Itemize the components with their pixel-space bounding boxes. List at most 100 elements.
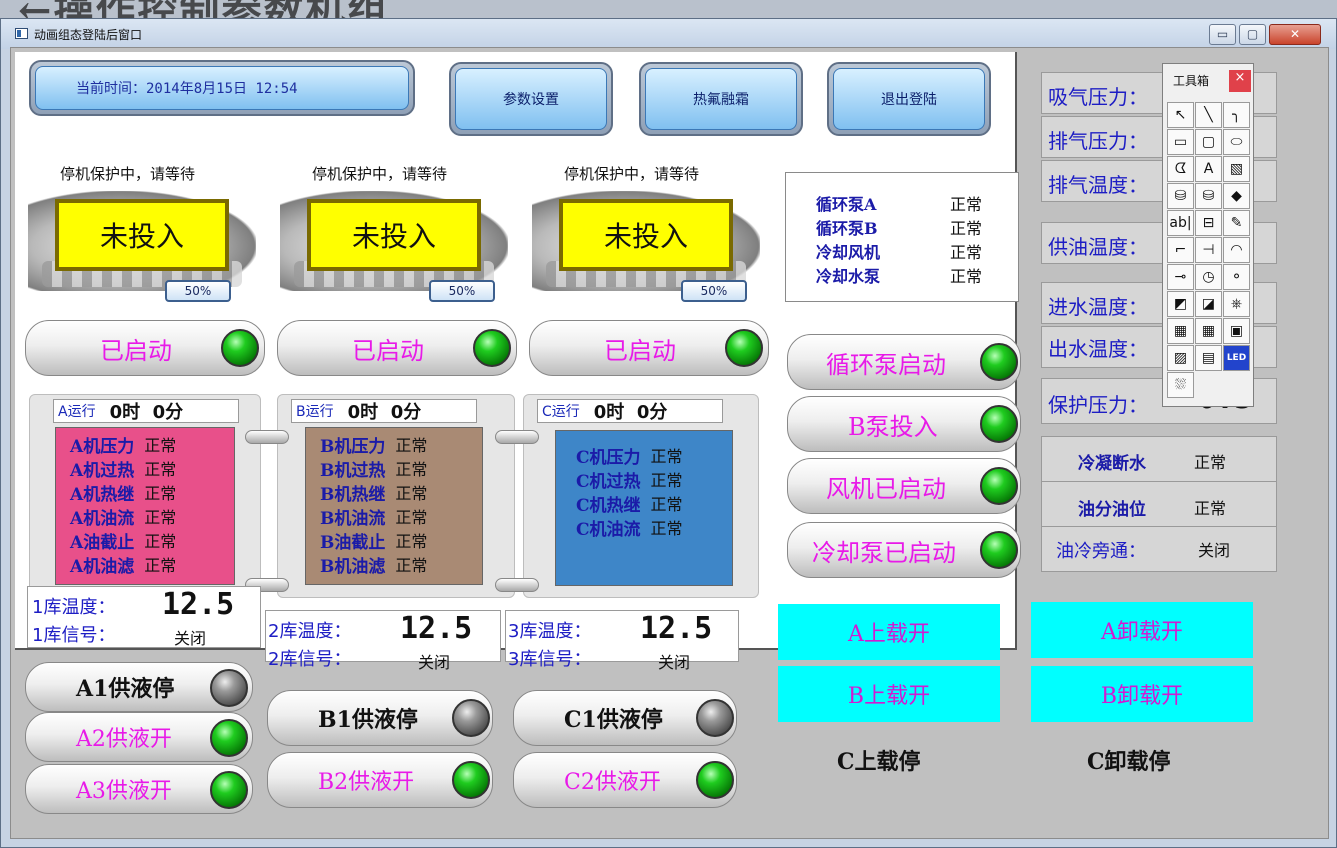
grid-tool-icon[interactable]: ▦ — [1195, 318, 1222, 344]
supply-b1-led — [452, 699, 490, 737]
hot-gas-defrost-button[interactable]: 热氟融霜 — [639, 62, 803, 136]
text-tool-icon[interactable]: A — [1195, 156, 1222, 182]
unit-b-row-label: B机压力 — [320, 437, 386, 457]
unit-a-status-row: A机油滤 正常 — [70, 552, 248, 577]
unit-b-start-button[interactable]: 已启动 — [277, 320, 517, 376]
unit-c-row-value: 正常 — [650, 447, 683, 466]
pump-b-enable-label: B泵投入 — [848, 412, 938, 441]
supply-b1-button[interactable]: B1供液停 — [267, 690, 493, 746]
current-time-text: 当前时间：2014年8月15日 12:54 — [35, 66, 409, 110]
maximize-button[interactable]: ▢ — [1239, 24, 1266, 45]
c-load-off-button[interactable]: C上载停 — [837, 744, 921, 776]
supply-c2-label: C2供液开 — [564, 770, 661, 795]
pump-row-label: 循环泵B — [816, 219, 878, 238]
table-tool-icon[interactable]: ▦ — [1167, 318, 1194, 344]
b-load-on-button[interactable]: B上载开 — [778, 666, 1000, 722]
unit-b-row-label: B机油流 — [320, 509, 386, 529]
supply-c2-button[interactable]: C2供液开 — [513, 752, 737, 808]
image-tool-icon[interactable]: ▧ — [1223, 156, 1250, 182]
trend-tool-icon[interactable]: ▨ — [1167, 345, 1194, 371]
rectangle-tool-icon[interactable]: ▭ — [1167, 129, 1194, 155]
a-unload-on-button[interactable]: A卸载开 — [1031, 602, 1253, 658]
storage-1-temp-value: 12.5 — [162, 587, 235, 622]
unit-a-status-row: A油截止 正常 — [70, 528, 248, 553]
circulation-pump-start-button[interactable]: 循环泵启动 — [787, 334, 1021, 390]
arc-gauge-tool-icon[interactable]: ◠ — [1223, 237, 1250, 263]
chart-tool-icon[interactable]: ◩ — [1167, 291, 1194, 317]
pointer-tool-icon[interactable]: ↖ — [1167, 102, 1194, 128]
unit-b-row-value: 正常 — [395, 436, 428, 455]
unit-c-status-row: C机热继 正常 — [576, 491, 752, 516]
unit-a-row-value: 正常 — [144, 556, 177, 575]
storage-2-box: 2库温度： 12.5 2库信号： 关闭 — [265, 610, 501, 672]
pump-row-label: 循环泵A — [816, 195, 877, 214]
pipe-link — [495, 578, 539, 592]
supply-c2-led — [696, 761, 734, 799]
unit-a-status-row: A机热继 正常 — [70, 480, 248, 505]
circulation-pump-start-label: 循环泵启动 — [826, 350, 946, 379]
alarm-tool-icon[interactable]: ⎈ — [1223, 291, 1250, 317]
unit-a-status-box: A机压力 正常 A机过热 正常 A机热继 正常 A机油流 正常 A油截止 正常 A机油滤正… — [55, 427, 235, 585]
arc-tool-icon[interactable]: ╮ — [1223, 102, 1250, 128]
record-tool-icon[interactable]: ▤ — [1195, 345, 1222, 371]
slider-tool-icon[interactable]: ⊸ — [1167, 264, 1194, 290]
fan-started-button[interactable]: 风机已启动 — [787, 458, 1021, 514]
b-unload-on-button[interactable]: B卸载开 — [1031, 666, 1253, 722]
storage-2-temp-value: 12.5 — [400, 611, 473, 646]
ellipse-tool-icon[interactable]: ⬭ — [1223, 129, 1250, 155]
tank-tool-icon[interactable]: ⛁ — [1167, 183, 1194, 209]
unit-c-start-label: 已启动 — [604, 336, 676, 365]
cooling-pump-started-button[interactable]: 冷却泵已启动 — [787, 522, 1021, 578]
unit-a-status-row: A机油流 正常 — [70, 504, 248, 529]
storage-2-signal-value: 关闭 — [418, 653, 451, 672]
polygon-tool-icon[interactable]: ᗧ — [1167, 156, 1194, 182]
unit-a-row-value: 正常 — [144, 532, 177, 551]
unit-a-start-button[interactable]: 已启动 — [25, 320, 265, 376]
unit-c-status-row: C机油流 正常 — [576, 515, 752, 540]
symbol-tool-icon[interactable]: ⛆ — [1167, 372, 1194, 398]
unit-a-mins: 0分 — [152, 402, 184, 423]
minimize-button[interactable]: ▭ — [1209, 24, 1236, 45]
window-title: 动画组态登陆后窗口 — [34, 28, 143, 42]
unit-a-row-label: A机油滤 — [70, 557, 135, 577]
unit-b-status-row: B机油滤 正常 — [320, 552, 496, 577]
clock-tool-icon[interactable]: ◷ — [1195, 264, 1222, 290]
tank-alt-tool-icon[interactable]: ⛁ — [1195, 183, 1222, 209]
supply-a3-button[interactable]: A3供液开 — [25, 764, 253, 814]
input-tool-icon[interactable]: ⊟ — [1195, 210, 1222, 236]
unit-b-row-value: 正常 — [395, 508, 428, 527]
unit-b-status-row: B机压力 正常 — [320, 432, 496, 457]
bracket-tool-icon[interactable]: ⊣ — [1195, 237, 1222, 263]
a-load-on-button[interactable]: A上载开 — [778, 604, 1000, 660]
shape-tool-icon[interactable]: ◆ — [1223, 183, 1250, 209]
supply-a2-button[interactable]: A2供液开 — [25, 712, 253, 762]
layers-tool-icon[interactable]: ▣ — [1223, 318, 1250, 344]
storage-3-temp-label: 3库温度： — [508, 621, 592, 642]
storage-1-temp-label: 1库温度： — [32, 597, 116, 618]
logout-button[interactable]: 退出登陆 — [827, 62, 991, 136]
storage-2-signal-label: 2库信号： — [268, 649, 352, 670]
supply-c1-button[interactable]: C1供液停 — [513, 690, 737, 746]
c-unload-off-button[interactable]: C卸载停 — [1087, 744, 1171, 776]
pipe-tool-icon[interactable]: ⌐ — [1167, 237, 1194, 263]
unit-b-start-label: 已启动 — [352, 336, 424, 365]
led-tool-icon[interactable]: LED — [1223, 345, 1250, 371]
close-button[interactable]: ✕ — [1269, 24, 1321, 45]
background-window-strip: ←操作控制参数机组 — [0, 0, 1337, 34]
unit-c-start-button[interactable]: 已启动 — [529, 320, 769, 376]
unit-b-mins: 0分 — [390, 402, 422, 423]
dots-tool-icon[interactable]: ⚬ — [1223, 264, 1250, 290]
unit-a-row-label: A油截止 — [70, 533, 135, 553]
supply-b2-button[interactable]: B2供液开 — [267, 752, 493, 808]
chart-alt-tool-icon[interactable]: ◪ — [1195, 291, 1222, 317]
toolbox-close-icon[interactable]: × — [1229, 70, 1251, 92]
unit-a-row-label: A机热继 — [70, 485, 135, 505]
line-tool-icon[interactable]: ╲ — [1195, 102, 1222, 128]
pen-tool-icon[interactable]: ✎ — [1223, 210, 1250, 236]
params-settings-button[interactable]: 参数设置 — [449, 62, 613, 136]
rounded-rect-tool-icon[interactable]: ▢ — [1195, 129, 1222, 155]
label-tool-icon[interactable]: ab| — [1167, 210, 1194, 236]
supply-a1-button[interactable]: A1供液停 — [25, 662, 253, 712]
storage-3-box: 3库温度： 12.5 3库信号： 关闭 — [505, 610, 739, 672]
pump-b-enable-button[interactable]: B泵投入 — [787, 396, 1021, 452]
